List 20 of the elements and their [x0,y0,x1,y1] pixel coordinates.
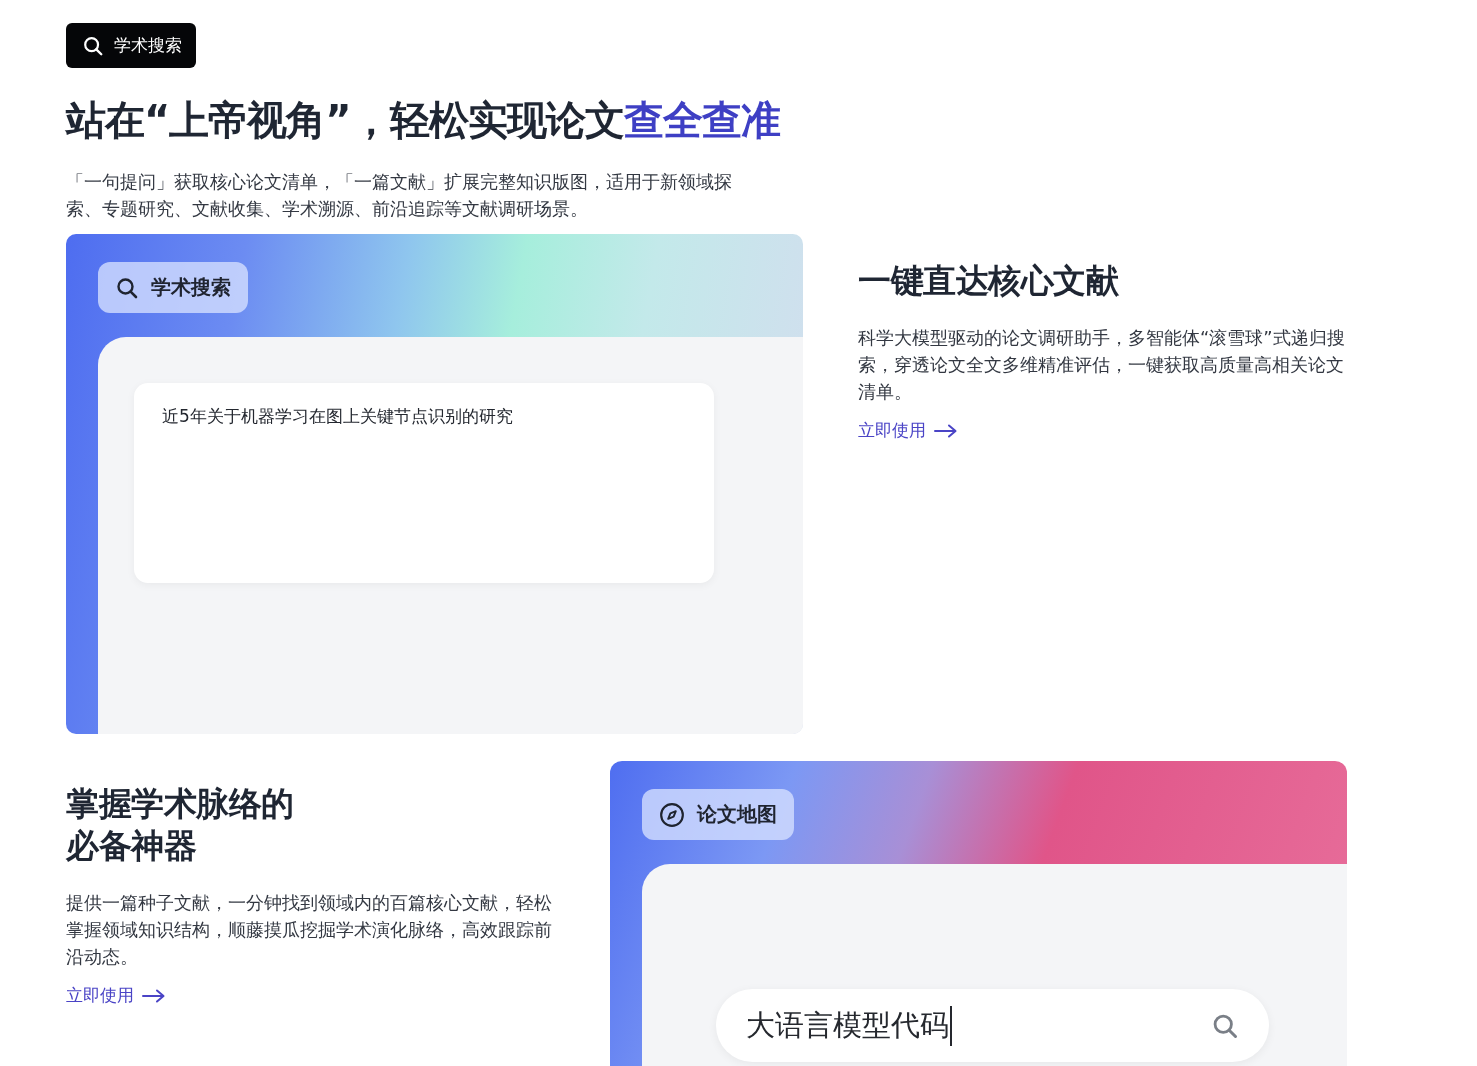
compass-icon [659,801,685,828]
search-icon [82,34,104,57]
headline: 站在“上帝视角”，轻松实现论文查全查准 [66,96,781,145]
feature-tab-button[interactable]: 学术搜索 [98,262,248,313]
search-tab-button[interactable]: 学术搜索 [66,23,196,68]
feature-description: 提供一篇种子文献，一分钟找到领域内的百篇核心文献，轻松掌握领域知识结构，顺藤摸瓜挖掘学术演化脉络，高效跟踪前沿动态。 [66,891,553,969]
search-field[interactable]: 大语言模型代码 [716,989,1269,1062]
use-now-link[interactable]: 立即使用 [66,984,166,1007]
arrow-icon [142,988,166,1003]
arrow-icon [934,423,958,438]
search-icon [115,275,139,300]
query-text: 近5年关于机器学习在图上关键节点识别的研究 [162,406,513,426]
feature-title: 掌握学术脉络的必备神器 [66,783,295,867]
query-input-card[interactable]: 近5年关于机器学习在图上关键节点识别的研究 [134,383,714,583]
text-caret [950,1005,952,1046]
intro-text: 「一句提问」获取核心论文清单，「一篇文献」扩展完整知识版图，适用于新领域探索、专题研究、文献收集、学术溯源、前沿追踪等文献调研场景。 [66,170,733,221]
use-now-link[interactable]: 立即使用 [858,419,958,442]
feature-description: 科学大模型驱动的论文调研助手，多智能体“滚雪球”式递归搜索，穿透论文全文多维精准评估，一键获取高质量高相关论文清单。 [858,326,1346,404]
feature-tab-button[interactable]: 论文地图 [642,789,794,840]
feature-title: 一键直达核心文献 [858,260,1120,302]
